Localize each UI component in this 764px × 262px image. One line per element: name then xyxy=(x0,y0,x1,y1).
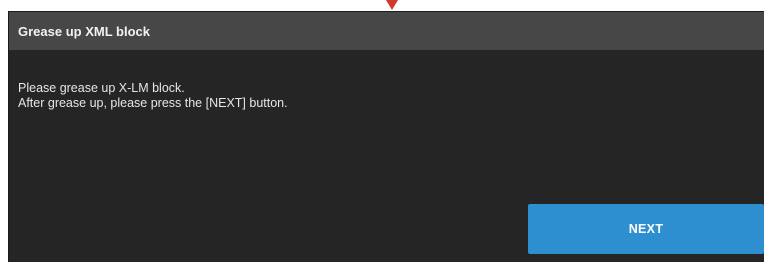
dialog-title: Grease up XML block xyxy=(18,23,150,39)
grease-up-dialog: Grease up XML block Please grease up X-L… xyxy=(9,12,764,262)
message-line-1: Please grease up X-LM block. xyxy=(18,81,185,95)
dialog-body: Please grease up X-LM block. After greas… xyxy=(9,50,764,111)
top-marker-arrow xyxy=(386,0,398,10)
message-line-2: After grease up, please press the [NEXT]… xyxy=(18,96,288,110)
dialog-titlebar: Grease up XML block xyxy=(9,12,764,50)
next-button[interactable]: NEXT xyxy=(528,204,764,254)
